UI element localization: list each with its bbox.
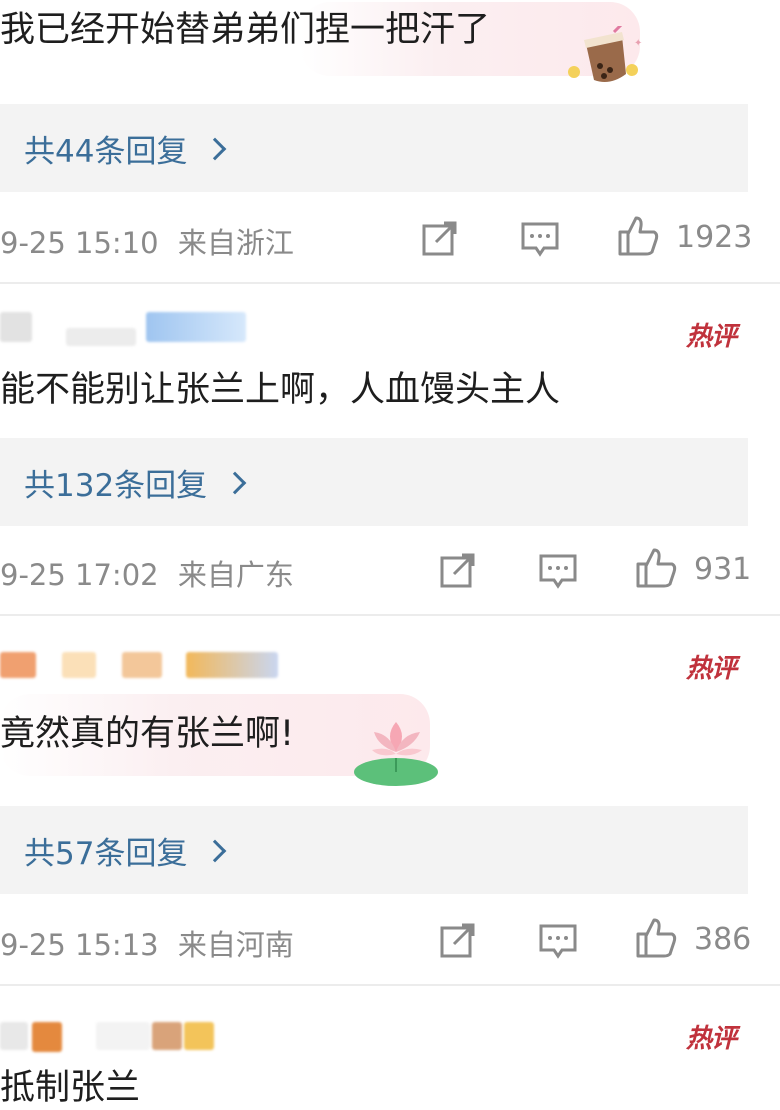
- share-icon[interactable]: [438, 550, 478, 590]
- view-replies-link[interactable]: 共132条回复: [24, 460, 247, 505]
- comment-icon[interactable]: [520, 218, 560, 258]
- svg-text:✦: ✦: [634, 38, 642, 49]
- comment-divider: [0, 984, 780, 986]
- blurred-username: [0, 1022, 28, 1050]
- like-count: 931: [694, 552, 752, 587]
- comment-location: 来自河南: [177, 928, 294, 962]
- view-replies-button[interactable]: 共132条回复: [0, 438, 748, 526]
- comment-time: 9-25 15:13: [0, 928, 159, 962]
- comment-text: 能不能别让张兰上啊，人血馒头主人: [0, 370, 561, 410]
- blurred-user-badge: [146, 312, 246, 342]
- view-replies-button[interactable]: 共44条回复: [0, 104, 748, 192]
- blurred-username: [32, 1022, 62, 1052]
- share-icon[interactable]: [438, 920, 478, 960]
- comment-time: 9-25 15:10: [0, 226, 159, 260]
- comment-text: 我已经开始替弟弟们捏一把汗了: [0, 10, 491, 50]
- view-replies-button[interactable]: 共57条回复: [0, 806, 748, 894]
- chevron-right-icon: [204, 839, 227, 863]
- hot-comment-badge: 热评: [685, 654, 737, 684]
- comment-text: 竟然真的有张兰啊!: [0, 714, 295, 754]
- hot-comment-badge: 热评: [685, 322, 737, 352]
- blurred-username: [152, 1022, 182, 1050]
- comment-icon[interactable]: [538, 550, 578, 590]
- like-count: 1923: [676, 220, 753, 255]
- view-replies-link[interactable]: 共57条回复: [24, 828, 227, 873]
- blurred-username: [0, 652, 36, 678]
- like-count: 386: [694, 922, 752, 957]
- replies-count-label: 共44条回复: [24, 133, 188, 170]
- chevron-right-icon: [223, 471, 247, 495]
- comment-location: 来自广东: [177, 558, 294, 592]
- replies-count-label: 共57条回复: [24, 835, 188, 872]
- comment-meta: 9-25 17:02 来自广东: [0, 552, 294, 594]
- view-replies-link[interactable]: 共44条回复: [24, 126, 227, 171]
- like-icon[interactable]: [634, 546, 678, 590]
- replies-count-label: 共132条回复: [24, 467, 208, 504]
- chevron-right-icon: [204, 137, 227, 161]
- share-icon[interactable]: [420, 218, 460, 258]
- blurred-username: [66, 328, 136, 346]
- comment-meta: 9-25 15:10 来自浙江: [0, 220, 294, 262]
- hot-comment-badge: 热评: [685, 1024, 737, 1054]
- comment-location: 来自浙江: [177, 226, 294, 260]
- blurred-username: [62, 652, 96, 678]
- comment-divider: [0, 614, 780, 616]
- lotus-sticker-icon: [354, 722, 438, 786]
- like-icon[interactable]: [634, 916, 678, 960]
- comment-text: 抵制张兰: [0, 1068, 141, 1108]
- blurred-username: [0, 312, 32, 342]
- blurred-username: [122, 652, 162, 678]
- milk-tea-sticker-icon: ✦: [568, 26, 642, 82]
- blurred-username: [96, 1022, 150, 1050]
- comment-icon[interactable]: [538, 920, 578, 960]
- blurred-username: [184, 1022, 214, 1050]
- comment-meta: 9-25 15:13 来自河南: [0, 922, 294, 964]
- comment-time: 9-25 17:02: [0, 558, 159, 592]
- like-icon[interactable]: [616, 214, 660, 258]
- comment-divider: [0, 282, 780, 284]
- blurred-user-badge: [186, 652, 278, 678]
